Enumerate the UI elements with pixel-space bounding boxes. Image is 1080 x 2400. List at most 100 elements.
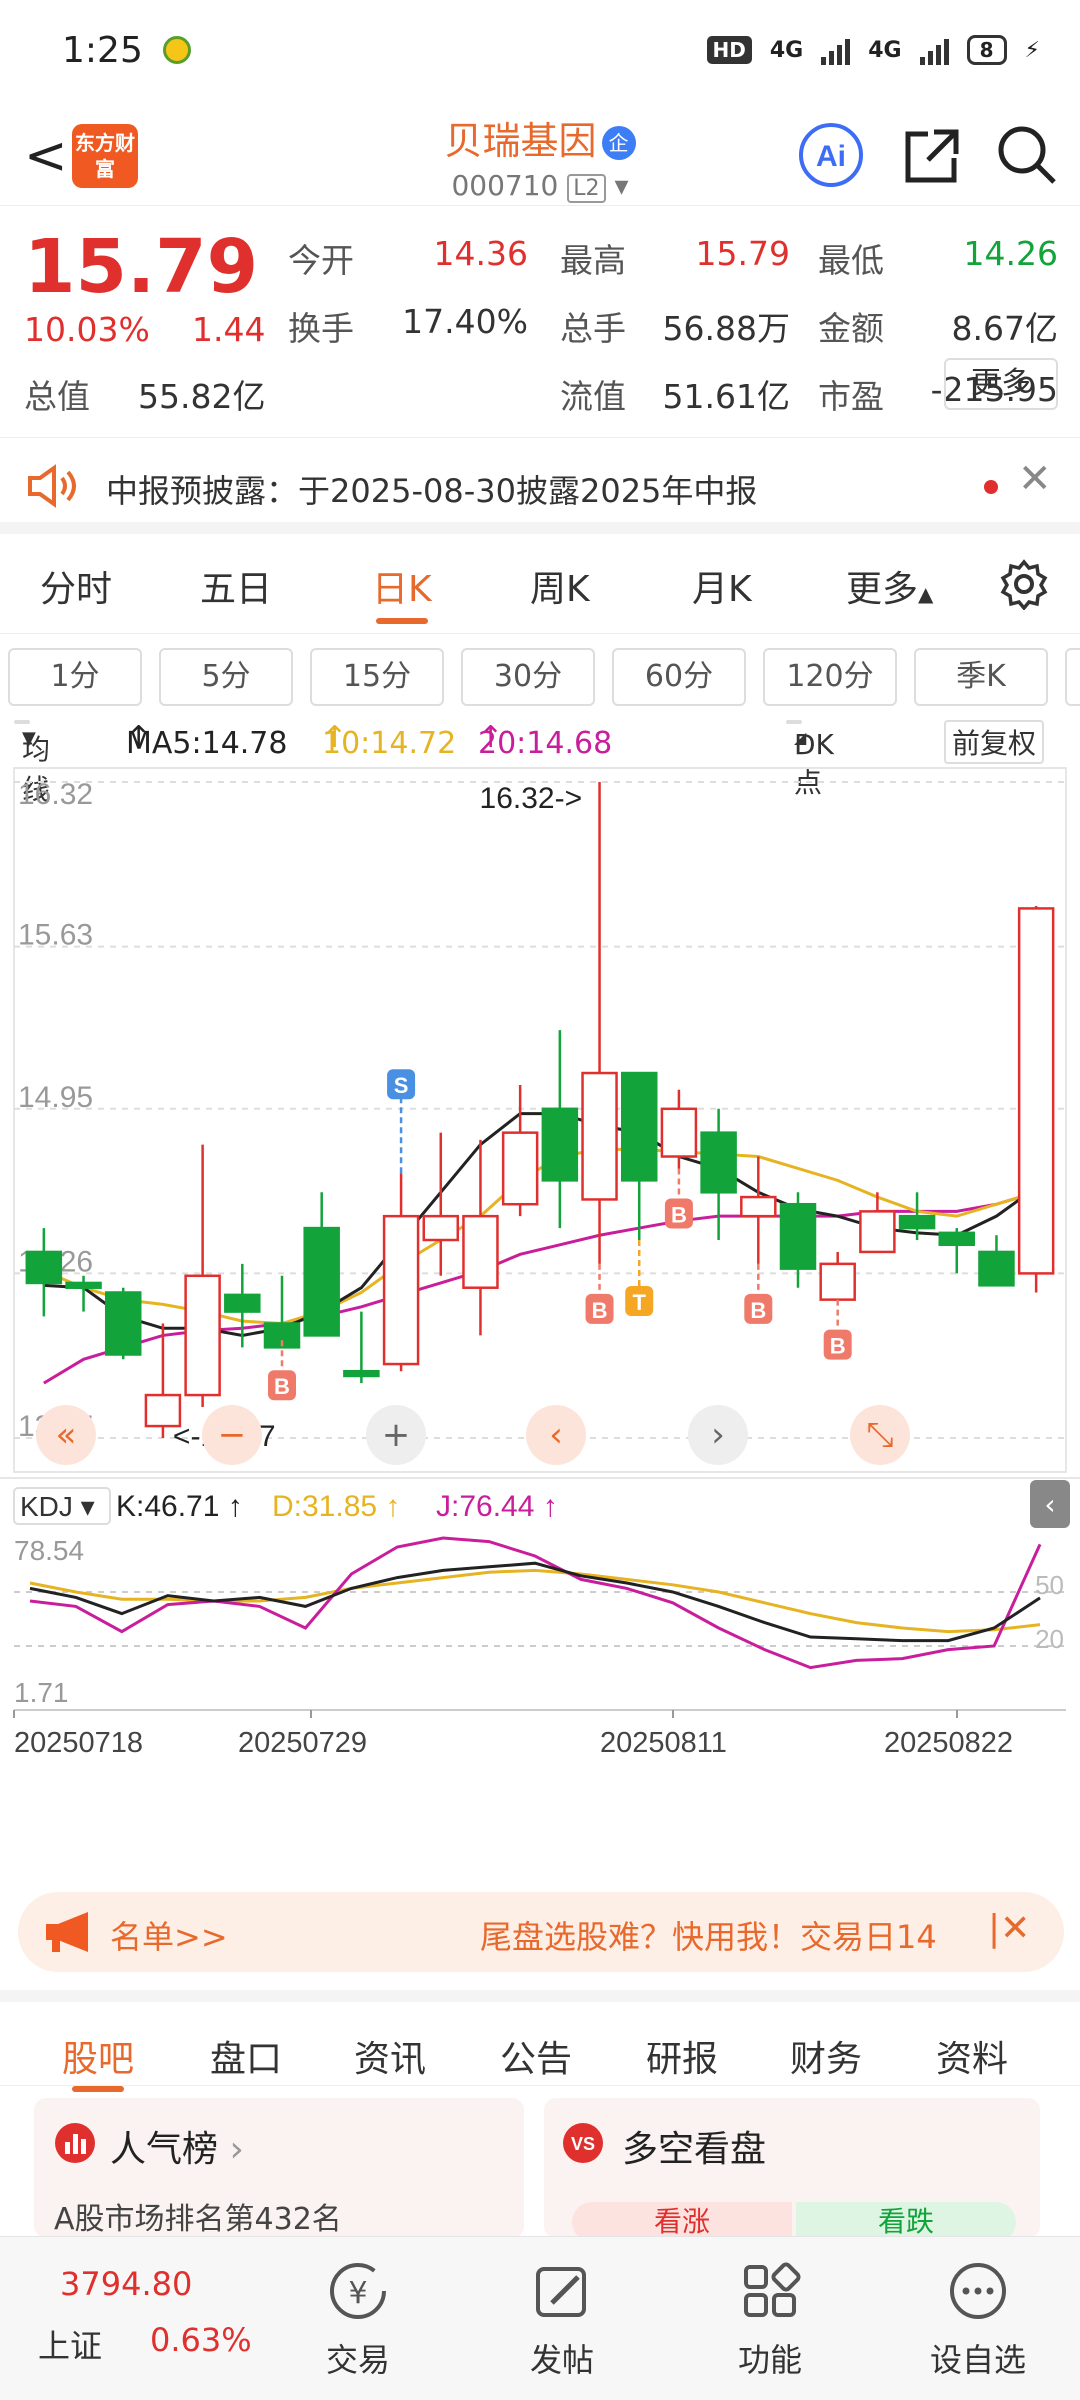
coin-icon [162, 36, 191, 64]
quote-panel: 15.79 10.03% 1.44 今开 14.36 最高 15.79 最低 14.26 换… [0, 206, 1080, 438]
quote-label: 总手 [560, 309, 626, 348]
period-overflow[interactable] [1065, 648, 1080, 706]
signal-label: T [633, 1290, 647, 1315]
period-30min[interactable]: 30分 [461, 648, 595, 706]
quote-label: 换手 [288, 309, 354, 348]
quote-value: 14.36 [433, 234, 528, 273]
period-bar: 1分 5分 15分 30分 60分 120分 季K [0, 634, 1080, 714]
chevron-left-icon: ‹ [1044, 1488, 1055, 1521]
status-bar: 1:25 HD 4G 4G 8 ⚡ [0, 0, 1080, 100]
speaker-icon [28, 464, 76, 508]
tab-finance[interactable]: 财务 [790, 2030, 862, 2082]
popularity-card[interactable]: 人气榜 › A股市场排名第432名 [34, 2098, 524, 2238]
more-dots-icon[interactable] [908, 2259, 1048, 2323]
dropdown-icon[interactable]: ▾ [614, 169, 628, 202]
kdj-k-line [29, 1561, 1041, 1643]
more-button[interactable]: 更多 [944, 358, 1058, 410]
popularity-title: 人气榜 › [110, 2120, 244, 2172]
quote-value: 51.61亿 [662, 377, 790, 416]
search-icon[interactable] [994, 122, 1060, 188]
grid-icon[interactable] [700, 2259, 840, 2323]
tab-five-day[interactable]: 五日 [200, 560, 272, 612]
nav-functions[interactable]: 功能 [700, 2335, 840, 2381]
settings-icon[interactable] [998, 558, 1050, 610]
candle-body [462, 1214, 499, 1289]
quote-label: 今开 [288, 241, 354, 280]
vs-icon: VS [563, 2123, 603, 2163]
period-120min[interactable]: 120分 [763, 648, 897, 706]
current-price: 15.79 [24, 224, 259, 310]
promo-banner[interactable]: 名单>> 尾盘选股难？快用我！交易日14 |✕ [18, 1892, 1064, 1972]
tab-daily-k[interactable]: 日K [372, 560, 432, 624]
candle-body [938, 1231, 976, 1247]
period-60min[interactable]: 60分 [612, 648, 746, 706]
tab-research[interactable]: 研报 [646, 2030, 718, 2082]
candle-body [25, 1250, 63, 1285]
charging-icon: ⚡ [1024, 37, 1040, 63]
ai-icon[interactable]: Ai [798, 122, 864, 188]
network-label-1: 4G [769, 37, 804, 63]
period-1min[interactable]: 1分 [8, 648, 142, 706]
signal-label: B [274, 1374, 290, 1399]
megaphone-icon [46, 1912, 88, 1952]
ma-selector[interactable]: 均线 ▼ [14, 720, 50, 806]
period-15min[interactable]: 15分 [310, 648, 444, 706]
kdj-bottom-tick: 1.71 [14, 1677, 69, 1708]
period-5min[interactable]: 5分 [159, 648, 293, 706]
index-value[interactable]: 3794.80 [60, 2265, 192, 2303]
index-name: 上证 [38, 2327, 103, 2365]
popularity-rank: A股市场排名第432名 [54, 2202, 342, 2237]
quote-label: 最高 [560, 241, 626, 280]
corner-icon: ◢ [794, 728, 807, 747]
tab-monthly-k[interactable]: 月K [692, 560, 752, 612]
ma5-text: MA5:14.78 [126, 726, 288, 761]
max-price-label: 16.32-> [480, 782, 583, 815]
candle-body [819, 1262, 856, 1301]
ma20-text: 20:14.68 [478, 726, 613, 761]
candle-body [382, 1214, 420, 1366]
candle-body [303, 1226, 340, 1337]
signal-label: B [671, 1202, 687, 1227]
quote-label: 市盈 [818, 377, 884, 416]
nav-post[interactable]: 发帖 [492, 2335, 632, 2381]
ma10-text: 10:14.72 [322, 726, 457, 761]
quote-label: 最低 [818, 241, 884, 280]
share-icon[interactable] [898, 122, 964, 188]
nav-trade[interactable]: 交易 [288, 2335, 428, 2381]
kdj-j-line [29, 1536, 1042, 1670]
kline-chart[interactable]: 16.3215.6314.9514.2613.5716.32-><-13.57B… [0, 762, 1080, 1872]
quote-value: 56.88万 [662, 309, 790, 348]
change-amount: 1.44 [192, 310, 266, 349]
nav-add-watchlist[interactable]: 设自选 [908, 2335, 1048, 2381]
close-icon[interactable]: |✕ [988, 1908, 1030, 1949]
candle-body [422, 1214, 460, 1242]
date-label: 20250822 [884, 1727, 1013, 1759]
tab-weekly-k[interactable]: 周K [530, 560, 590, 612]
notice-text: 中报预披露：于2025-08-30披露2025年中报 [106, 472, 758, 510]
dk-point-button[interactable]: DK点 ◢ [786, 720, 834, 799]
close-icon[interactable]: ✕ [1018, 456, 1052, 502]
adjust-button[interactable]: 前复权 [944, 720, 1045, 764]
quote-value: 14.26 [963, 234, 1058, 273]
bull-bear-card[interactable]: VS 多空看盘 看涨 看跌 [544, 2098, 1040, 2242]
notice-bar[interactable]: 中报预披露：于2025-08-30披露2025年中报 ✕ [0, 438, 1080, 534]
tab-profile[interactable]: 资料 [936, 2030, 1008, 2082]
signal-label: B [592, 1298, 608, 1323]
tab-timeshare[interactable]: 分时 [40, 560, 112, 612]
tab-pankou[interactable]: 盘口 [210, 2030, 282, 2082]
tab-news[interactable]: 资讯 [354, 2030, 426, 2082]
network-label-2: 4G [868, 37, 902, 63]
tab-guba[interactable]: 股吧 [62, 2030, 134, 2092]
chevron-right-icon: › [229, 2129, 244, 2170]
trade-icon[interactable]: ¥ [288, 2259, 428, 2323]
kdj-d-value: D:31.85 ↑ [272, 1490, 400, 1523]
period-quarter-k[interactable]: 季K [914, 648, 1048, 706]
candle-body [700, 1131, 737, 1194]
kdj-k-value: K:46.71 ↑ [116, 1490, 243, 1523]
post-icon[interactable] [492, 2259, 632, 2323]
expand-icon-glyph: ⤡ [866, 1415, 893, 1455]
index-percent: 0.63% [150, 2321, 252, 2359]
tab-announcements[interactable]: 公告 [500, 2030, 572, 2082]
tab-more[interactable]: 更多▲ [846, 560, 933, 612]
signal-icon [821, 35, 851, 65]
